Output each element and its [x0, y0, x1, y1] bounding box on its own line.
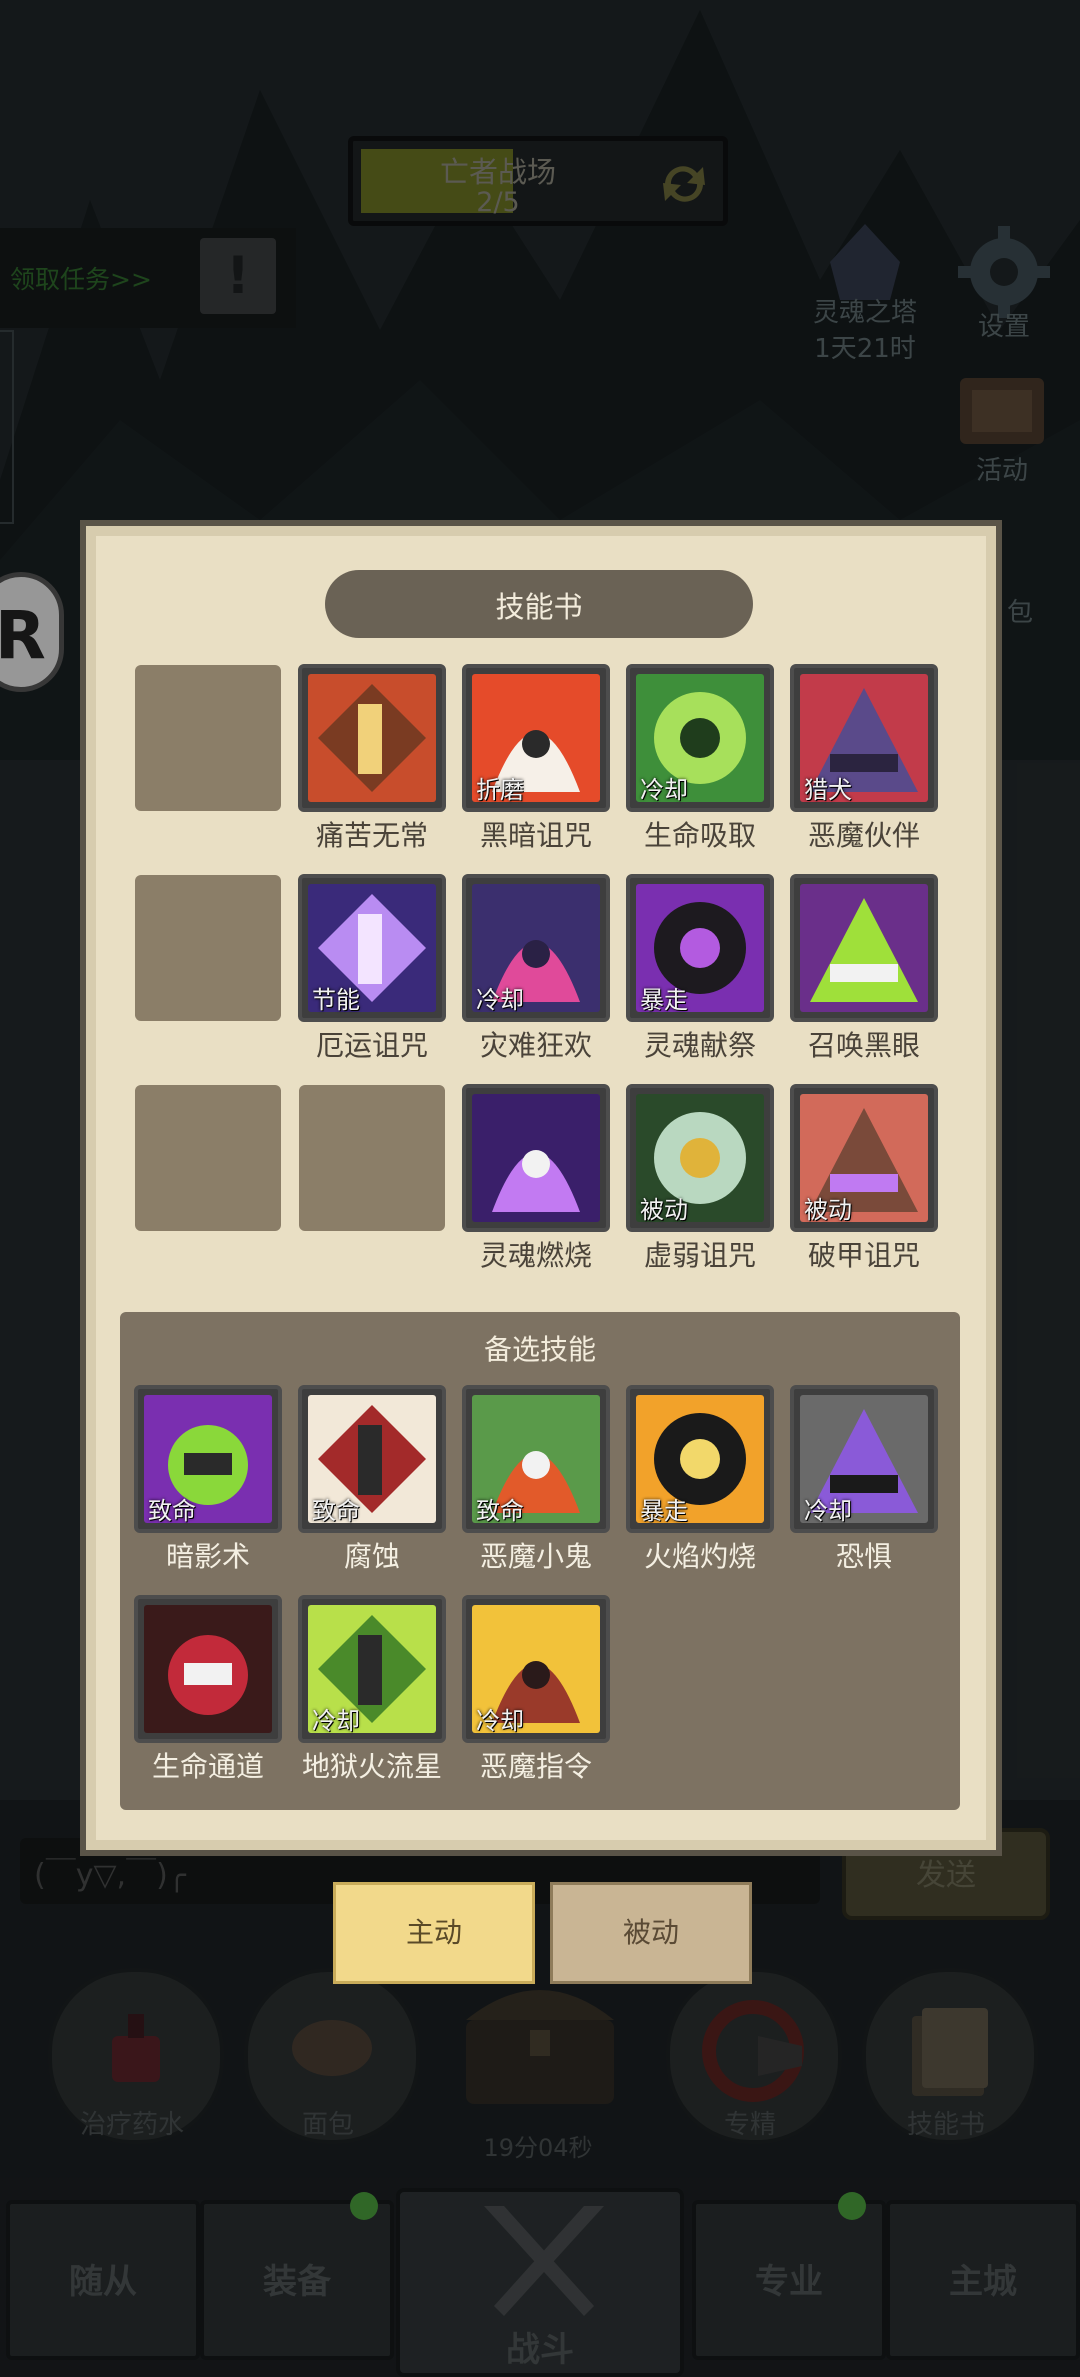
- skill-icon-button[interactable]: 致命: [298, 1385, 446, 1533]
- skill-tag: 致命: [148, 1497, 196, 1525]
- skill-name: 虚弱诅咒: [643, 1239, 756, 1272]
- skill-icon-button[interactable]: 冷却: [626, 664, 774, 812]
- panel-title: 技能书: [495, 590, 583, 624]
- skill-tag: 冷却: [476, 986, 524, 1014]
- skill-tag: 被动: [804, 1196, 852, 1224]
- skill-icon-button[interactable]: 冷却: [462, 874, 610, 1022]
- skill-name: 暗影术: [165, 1540, 250, 1573]
- empty-skill-slot[interactable]: [135, 875, 281, 1021]
- skill-icon-button[interactable]: 冷却: [462, 1595, 610, 1743]
- skill-icon: [472, 1094, 600, 1222]
- skill-icon-button[interactable]: 冷却: [790, 1385, 938, 1533]
- skill-tag: 致命: [312, 1497, 360, 1525]
- skill-name: 破甲诅咒: [807, 1239, 920, 1272]
- skill-icon: [144, 1605, 272, 1733]
- skill-icon: [800, 884, 928, 1012]
- skill-name: 恐惧: [835, 1540, 892, 1573]
- skill-name: 痛苦无常: [315, 819, 428, 852]
- skill-icon-button[interactable]: 暴走: [626, 874, 774, 1022]
- empty-skill-slot[interactable]: [135, 665, 281, 811]
- skill-name: 厄运诅咒: [315, 1029, 428, 1062]
- skill-name: 恶魔伙伴: [807, 819, 920, 852]
- alternate-skills-title: 备选技能: [483, 1333, 596, 1366]
- skill-tag: 冷却: [312, 1707, 360, 1735]
- skill-tag: 冷却: [804, 1497, 852, 1525]
- empty-skill-slot[interactable]: [135, 1085, 281, 1231]
- skill-tag: 冷却: [640, 776, 688, 804]
- skill-icon-button[interactable]: [298, 664, 446, 812]
- skill-tag: 暴走: [640, 986, 688, 1014]
- skill-icon-button[interactable]: 致命: [462, 1385, 610, 1533]
- skill-tag: 暴走: [640, 1497, 688, 1525]
- skill-tag: 折磨: [476, 776, 524, 804]
- skill-icon-button[interactable]: 节能: [298, 874, 446, 1022]
- skill-icon: [308, 674, 436, 802]
- tab-passive-skills[interactable]: 被动: [550, 1882, 752, 1984]
- skill-name: 召唤黑眼: [807, 1029, 920, 1062]
- skill-icon-button[interactable]: 致命: [134, 1385, 282, 1533]
- skill-tag: 冷却: [476, 1707, 524, 1735]
- skill-tag: 节能: [312, 986, 360, 1014]
- skill-name: 生命通道: [151, 1750, 264, 1783]
- skill-name: 地狱火流星: [301, 1750, 442, 1783]
- skill-icon-button[interactable]: 暴走: [626, 1385, 774, 1533]
- skill-icon-button[interactable]: 折磨: [462, 664, 610, 812]
- skill-icon-button[interactable]: 猎犬: [790, 664, 938, 812]
- skill-name: 腐蚀: [343, 1540, 400, 1573]
- skill-icon-button[interactable]: [462, 1084, 610, 1232]
- skill-tag: 被动: [640, 1196, 688, 1224]
- skill-name: 黑暗诅咒: [479, 819, 592, 852]
- tab-active-skills[interactable]: 主动: [333, 1882, 535, 1984]
- skill-name: 恶魔指令: [479, 1750, 592, 1783]
- skill-name: 灵魂献祭: [643, 1029, 756, 1062]
- skill-icon-button[interactable]: [790, 874, 938, 1022]
- skill-name: 生命吸取: [643, 819, 756, 852]
- skill-icon-button[interactable]: [134, 1595, 282, 1743]
- skill-name: 恶魔小鬼: [479, 1540, 592, 1573]
- skill-tag: 猎犬: [804, 776, 852, 804]
- skill-name: 灾难狂欢: [479, 1029, 592, 1062]
- skill-icon-button[interactable]: 被动: [790, 1084, 938, 1232]
- skill-name: 火焰灼烧: [643, 1540, 756, 1573]
- skill-name: 灵魂燃烧: [479, 1239, 592, 1272]
- skill-tag: 致命: [476, 1497, 524, 1525]
- skill-icon-button[interactable]: 冷却: [298, 1595, 446, 1743]
- skill-icon-button[interactable]: 被动: [626, 1084, 774, 1232]
- empty-skill-slot[interactable]: [299, 1085, 445, 1231]
